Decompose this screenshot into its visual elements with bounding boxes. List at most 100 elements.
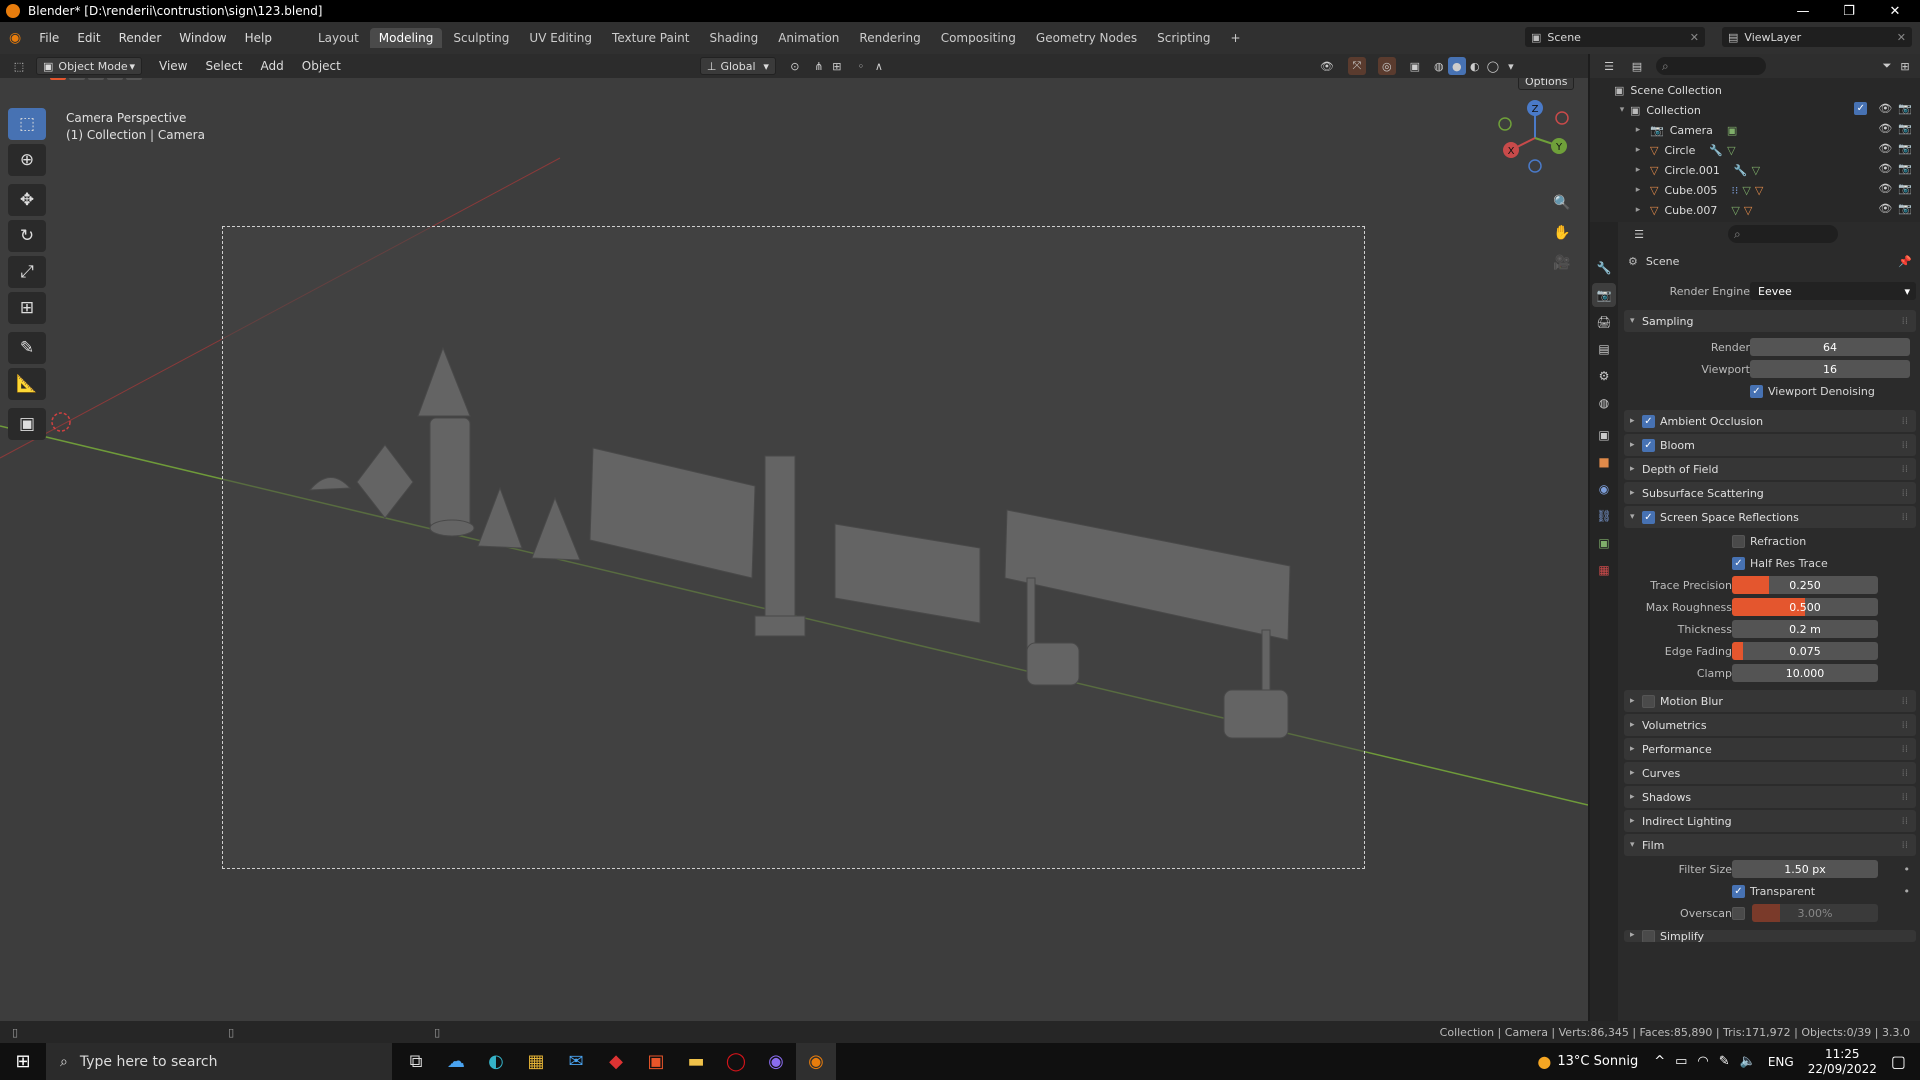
film-panel-header[interactable]: ▾ Film ⁞⁞ (1624, 834, 1916, 856)
cloud-app-icon[interactable]: ☁ (436, 1043, 476, 1080)
drag-grip-icon[interactable]: ⁞⁞ (1902, 488, 1908, 499)
office-icon[interactable]: ▣ (636, 1043, 676, 1080)
eye-icon[interactable]: 👁 (1878, 182, 1892, 195)
render-camera-icon[interactable]: 📷 (1898, 182, 1912, 195)
expand-triangle-icon[interactable]: ▸ (1632, 205, 1644, 215)
half-res-trace-row[interactable]: ✓ Half Res Trace (1620, 552, 1920, 574)
render-camera-icon[interactable]: 📷 (1898, 122, 1912, 135)
clamp-field[interactable]: 10.000 (1732, 664, 1878, 682)
collection-tab-icon[interactable]: ▣ (1592, 423, 1616, 447)
data-tab-icon[interactable]: ▣ (1592, 531, 1616, 555)
menu-file[interactable]: File (30, 31, 68, 45)
viewport-menu-view[interactable]: View (150, 59, 196, 73)
eye-icon[interactable]: 👁 (1878, 122, 1892, 135)
thickness-field[interactable]: 0.2 m (1732, 620, 1878, 638)
tab-geometry-nodes[interactable]: Geometry Nodes (1027, 28, 1146, 48)
new-collection-icon[interactable]: ⊞ (1896, 57, 1914, 75)
restore-button[interactable]: ❐ (1826, 0, 1872, 22)
outliner-row-circle-001[interactable]: ▸ ▽ Circle.001 🔧 ▽ 👁 📷 (1590, 160, 1920, 180)
outliner-row-camera[interactable]: ▸ 📷 Camera ▣ 👁 📷 (1590, 120, 1920, 140)
indirect-lighting-panel-header[interactable]: ▸ Indirect Lighting ⁞⁞ (1624, 810, 1916, 832)
expand-triangle-icon[interactable]: ▸ (1632, 125, 1644, 135)
select-invert-icon[interactable] (107, 78, 123, 80)
tab-uv-editing[interactable]: UV Editing (520, 28, 601, 48)
pan-hand-icon[interactable]: ✋ (1549, 220, 1575, 246)
scene-tab-icon[interactable]: ⚙ (1592, 364, 1616, 388)
simplify-panel-header[interactable]: ▸ Simplify (1624, 930, 1916, 942)
render-samples-field[interactable]: 64 (1750, 338, 1910, 356)
pin-icon[interactable]: 📌 (1898, 255, 1912, 268)
minimize-button[interactable]: — (1780, 0, 1826, 22)
notifications-icon[interactable]: ▢ (1891, 1052, 1906, 1071)
tab-sculpting[interactable]: Sculpting (444, 28, 518, 48)
volume-icon[interactable]: 🔈 (1740, 1054, 1756, 1069)
transparent-checkbox[interactable]: ✓ (1732, 884, 1745, 898)
material-shading-icon[interactable]: ◐ (1466, 57, 1484, 75)
curves-panel-header[interactable]: ▸ Curves ⁞⁞ (1624, 762, 1916, 784)
language-indicator[interactable]: ENG (1768, 1055, 1794, 1069)
bloom-checkbox[interactable]: ✓ (1642, 438, 1655, 452)
tab-shading[interactable]: Shading (700, 28, 767, 48)
refraction-checkbox[interactable] (1732, 534, 1745, 548)
clock[interactable]: 11:25 22/09/2022 (1808, 1047, 1877, 1077)
task-view-icon[interactable]: ⧉ (396, 1043, 436, 1080)
exclude-checkbox[interactable]: ✓ (1854, 102, 1868, 115)
file-explorer-icon[interactable]: ▬ (676, 1043, 716, 1080)
solid-shading-icon[interactable]: ● (1447, 57, 1466, 75)
tab-modeling[interactable]: Modeling (369, 28, 443, 48)
outliner-search-input[interactable]: ⌕ (1656, 57, 1766, 75)
pen-icon[interactable]: ✎ (1719, 1054, 1730, 1069)
drag-grip-icon[interactable]: ⁞⁞ (1902, 696, 1908, 707)
viewport-menu-select[interactable]: Select (196, 59, 251, 73)
xray-icon[interactable]: ▣ (1406, 57, 1424, 75)
drag-grip-icon[interactable]: ⁞⁞ (1902, 840, 1908, 851)
eye-icon[interactable]: 👁 (1878, 142, 1892, 155)
transparent-row[interactable]: ✓ Transparent • (1620, 880, 1920, 902)
drag-grip-icon[interactable]: ⁞⁞ (1902, 768, 1908, 779)
menu-help[interactable]: Help (236, 31, 281, 45)
viewport-denoising-row[interactable]: ✓ Viewport Denoising (1620, 380, 1920, 402)
device-icon[interactable]: ▭ (1675, 1054, 1687, 1069)
view-layer-selector[interactable]: ▤ ViewLayer ✕ (1722, 27, 1912, 47)
blender-taskbar-icon[interactable]: ◉ (796, 1043, 836, 1080)
performance-panel-header[interactable]: ▸ Performance ⁞⁞ (1624, 738, 1916, 760)
camera-view-icon[interactable]: 🎥 (1549, 250, 1575, 276)
cursor-tool-icon[interactable]: ⊕ (8, 144, 46, 176)
render-engine-dropdown[interactable]: Eevee ▾ (1750, 282, 1916, 300)
ambient-occlusion-checkbox[interactable]: ✓ (1642, 414, 1655, 428)
chat-app-icon[interactable]: ◉ (756, 1043, 796, 1080)
outliner-row-cube-007[interactable]: ▸ ▽ Cube.007 ▽ ▽ 👁 📷 (1590, 200, 1920, 220)
shadows-panel-header[interactable]: ▸ Shadows ⁞⁞ (1624, 786, 1916, 808)
display-mode-icon[interactable]: ▤ (1628, 57, 1646, 75)
drag-grip-icon[interactable]: ⁞⁞ (1902, 416, 1908, 427)
texture-tab-icon[interactable]: ▦ (1592, 558, 1616, 582)
menu-render[interactable]: Render (110, 31, 171, 45)
sampling-panel-header[interactable]: ▾ Sampling ⁞⁞ (1624, 310, 1916, 332)
eye-icon[interactable]: 👁 (1878, 202, 1892, 215)
tool-tab-icon[interactable]: 🔧 (1592, 256, 1616, 280)
properties-editor-type-icon[interactable]: ☰ (1630, 225, 1648, 243)
max-roughness-slider[interactable]: 0.500 (1732, 598, 1878, 616)
tab-compositing[interactable]: Compositing (932, 28, 1025, 48)
tab-scripting[interactable]: Scripting (1148, 28, 1219, 48)
keyframe-dot-icon[interactable]: • (1904, 863, 1911, 876)
drag-grip-icon[interactable]: ⁞⁞ (1902, 440, 1908, 451)
taskbar-search-box[interactable]: ⌕ Type here to search (46, 1043, 392, 1080)
depth-of-field-panel-header[interactable]: ▸ Depth of Field ⁞⁞ (1624, 458, 1916, 480)
expand-triangle-icon[interactable]: ▸ (1632, 145, 1644, 155)
refraction-row[interactable]: Refraction (1620, 530, 1920, 552)
select-subtract-icon[interactable] (88, 78, 104, 80)
store-icon[interactable]: ▦ (516, 1043, 556, 1080)
constraints-tab-icon[interactable]: ⛓ (1592, 504, 1616, 528)
mode-dropdown[interactable]: ▣ Object Mode ▾ (36, 57, 142, 75)
tab-layout[interactable]: Layout (309, 28, 368, 48)
eye-icon[interactable]: 👁 (1878, 102, 1892, 115)
filter-size-field[interactable]: 1.50 px (1732, 860, 1878, 878)
outliner-row-collection[interactable]: ▾ ▣ Collection ✓ 👁 📷 (1590, 100, 1920, 120)
drag-grip-icon[interactable]: ⁞⁞ (1902, 464, 1908, 475)
half-res-trace-checkbox[interactable]: ✓ (1732, 556, 1745, 570)
trace-precision-slider[interactable]: 0.250 (1732, 576, 1878, 594)
drag-grip-icon[interactable]: ⁞⁞ (1902, 512, 1908, 523)
ssr-checkbox[interactable]: ✓ (1642, 510, 1655, 524)
move-tool-icon[interactable]: ✥ (8, 184, 46, 216)
